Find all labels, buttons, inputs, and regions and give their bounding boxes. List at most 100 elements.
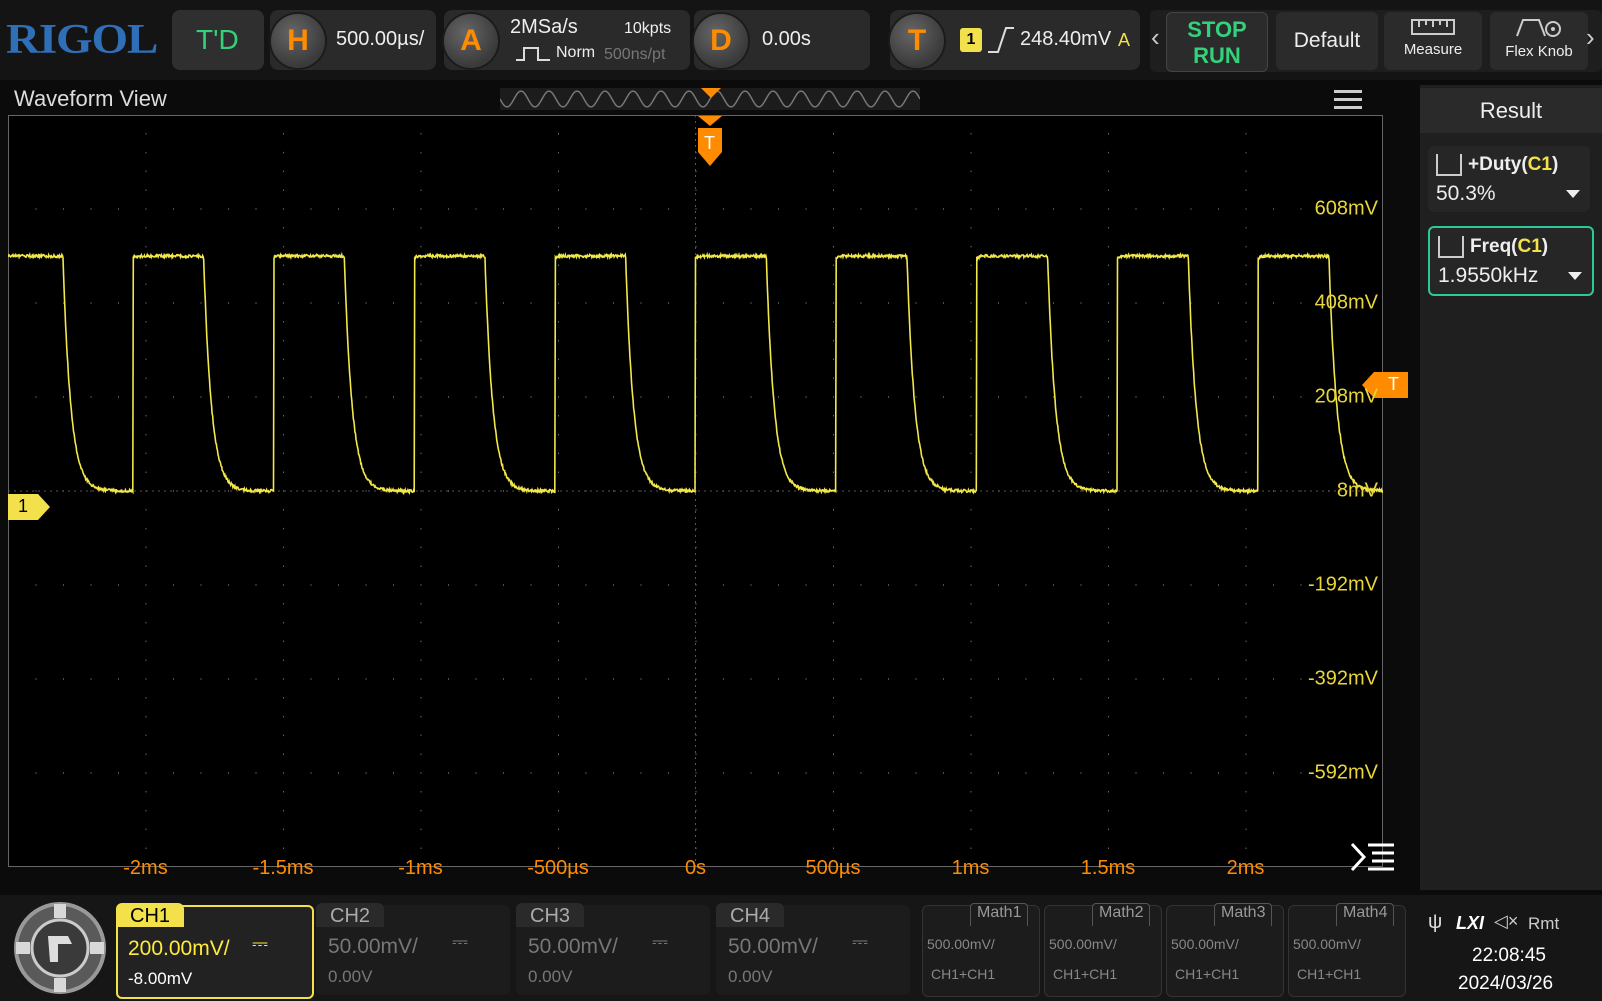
dc-coupling-icon: ⎓	[652, 931, 668, 954]
waveform-overview-strip[interactable]	[500, 88, 920, 110]
stop-run-button[interactable]: STOP RUN	[1166, 12, 1268, 72]
flex-knob-label: Flex Knob	[1490, 43, 1588, 60]
expand-menu-icon[interactable]	[1350, 840, 1394, 874]
trigger-position-label: T	[704, 133, 715, 154]
ch3-scale: 50.00mV/	[528, 935, 618, 959]
ch3-offset: 0.00V	[528, 967, 572, 987]
timebase-value: 500.00µs/	[336, 28, 424, 51]
ch2-scale: 50.00mV/	[328, 935, 418, 959]
horizontal-button[interactable]: H	[271, 14, 325, 68]
duty-value: 50.3%	[1436, 182, 1496, 206]
trigger-source-badge: 1	[960, 28, 982, 52]
voltage-axis-label: 8mV	[1337, 480, 1378, 503]
ch1-offset-label: 1	[18, 496, 28, 517]
result-title: Result	[1420, 88, 1602, 133]
pulse-icon	[516, 44, 550, 64]
ch2-tab[interactable]: CH2	[316, 903, 384, 927]
ch1-tab[interactable]: CH1	[116, 903, 184, 927]
math3-tab[interactable]: Math3	[1214, 903, 1272, 926]
measure-label: Measure	[1384, 41, 1482, 58]
time-axis-label: -1ms	[398, 857, 442, 880]
freq-value: 1.9550kHz	[1438, 264, 1538, 288]
math3-scale: 500.00mV/	[1171, 936, 1239, 952]
scroll-left-icon[interactable]: ‹	[1151, 22, 1160, 53]
trigger-level-label: T	[1388, 374, 1399, 395]
duty-icon	[1436, 154, 1462, 176]
waveform-plot	[8, 115, 1383, 867]
ch3-tab[interactable]: CH3	[516, 903, 584, 927]
math4-tab[interactable]: Math4	[1336, 903, 1394, 926]
home-gear-icon[interactable]	[10, 900, 110, 996]
math1-scale: 500.00mV/	[927, 936, 995, 952]
voltage-axis-label: 408mV	[1315, 292, 1378, 315]
chevron-down-icon[interactable]	[1568, 272, 1582, 280]
time-axis-label: 2ms	[1227, 857, 1265, 880]
rigol-logo: RIGOL	[6, 16, 157, 64]
math4-scale: 500.00mV/	[1293, 936, 1361, 952]
time-axis-label: 1ms	[952, 857, 990, 880]
ch4-scale: 50.00mV/	[728, 935, 818, 959]
math2-tab[interactable]: Math2	[1092, 903, 1150, 926]
voltage-axis-label: -192mV	[1308, 574, 1378, 597]
voltage-axis-label: -592mV	[1308, 762, 1378, 785]
trigger-sweep: A	[1118, 30, 1130, 51]
math3-expr: CH1+CH1	[1175, 966, 1239, 982]
voltage-axis-label: 208mV	[1315, 386, 1378, 409]
remote-indicator: Rmt	[1528, 914, 1559, 934]
math1-tab[interactable]: Math1	[970, 903, 1028, 926]
clock-time: 22:08:45	[1472, 945, 1546, 967]
default-label: Default	[1276, 29, 1378, 53]
voltage-axis-label: 608mV	[1315, 198, 1378, 221]
ch4-offset: 0.00V	[728, 967, 772, 987]
dc-coupling-icon: ⎓	[252, 933, 268, 956]
time-axis-label: 0s	[685, 857, 706, 880]
voltage-axis-label: -392mV	[1308, 668, 1378, 691]
duty-name: +Duty(C1)	[1468, 154, 1558, 176]
time-axis-label: -2ms	[123, 857, 167, 880]
dc-coupling-icon: ⎓	[852, 931, 868, 954]
memory-depth: 10kpts	[624, 20, 671, 38]
delay-button[interactable]: D	[694, 14, 748, 68]
time-per-point: 500ns/pt	[604, 46, 665, 64]
rising-edge-icon	[986, 26, 1014, 54]
math2-scale: 500.00mV/	[1049, 936, 1117, 952]
ch1-scale: 200.00mV/	[128, 937, 230, 961]
clock-date: 2024/03/26	[1458, 973, 1553, 995]
delay-value: 0.00s	[762, 28, 811, 51]
chevron-down-icon[interactable]	[1566, 190, 1580, 198]
waveform-grid	[8, 115, 1383, 867]
top-toolbar: RIGOL T'D 500.00µs/ H 2MSa/s 10kpts Norm…	[0, 0, 1602, 80]
lxi-icon: LXI	[1456, 913, 1484, 934]
flex-knob-button[interactable]: Flex Knob	[1490, 12, 1588, 70]
time-axis-label: -1.5ms	[252, 857, 313, 880]
math1-expr: CH1+CH1	[931, 966, 995, 982]
sample-rate: 2MSa/s	[510, 16, 578, 39]
measurement-freq[interactable]: Freq(C1) 1.9550kHz	[1428, 226, 1594, 296]
acquire-mode: Norm	[556, 44, 595, 62]
trigger-button[interactable]: T	[890, 14, 944, 68]
dc-coupling-icon: ⎓	[452, 931, 468, 954]
run-label: RUN	[1167, 43, 1267, 69]
time-axis-label: 1.5ms	[1081, 857, 1135, 880]
status-area: ψ LXI ◁× Rmt 22:08:45 2024/03/26	[1410, 905, 1600, 995]
time-axis-label: -500µs	[527, 857, 589, 880]
ch1-offset-marker[interactable]	[8, 494, 50, 520]
ch2-offset: 0.00V	[328, 967, 372, 987]
default-button[interactable]: Default	[1276, 12, 1378, 70]
scroll-right-icon[interactable]: ›	[1586, 22, 1595, 53]
acquire-button[interactable]: A	[444, 14, 498, 68]
waveform-menu-icon[interactable]	[1334, 90, 1362, 110]
usb-icon: ψ	[1428, 911, 1442, 934]
math4-expr: CH1+CH1	[1297, 966, 1361, 982]
sound-muted-icon[interactable]: ◁×	[1494, 911, 1518, 932]
measurement-duty[interactable]: +Duty(C1) 50.3%	[1428, 146, 1590, 212]
freq-name: Freq(C1)	[1470, 236, 1548, 258]
ch1-offset: -8.00mV	[128, 969, 192, 989]
ch4-tab[interactable]: CH4	[716, 903, 784, 927]
waveform-view-title: Waveform View	[14, 86, 167, 112]
ch1-waveform-trace	[8, 255, 1383, 493]
time-mode-button[interactable]: T'D	[172, 10, 264, 70]
freq-icon	[1438, 236, 1464, 258]
measure-button[interactable]: Measure	[1384, 12, 1482, 70]
trigger-level: 248.40mV	[1020, 28, 1111, 51]
